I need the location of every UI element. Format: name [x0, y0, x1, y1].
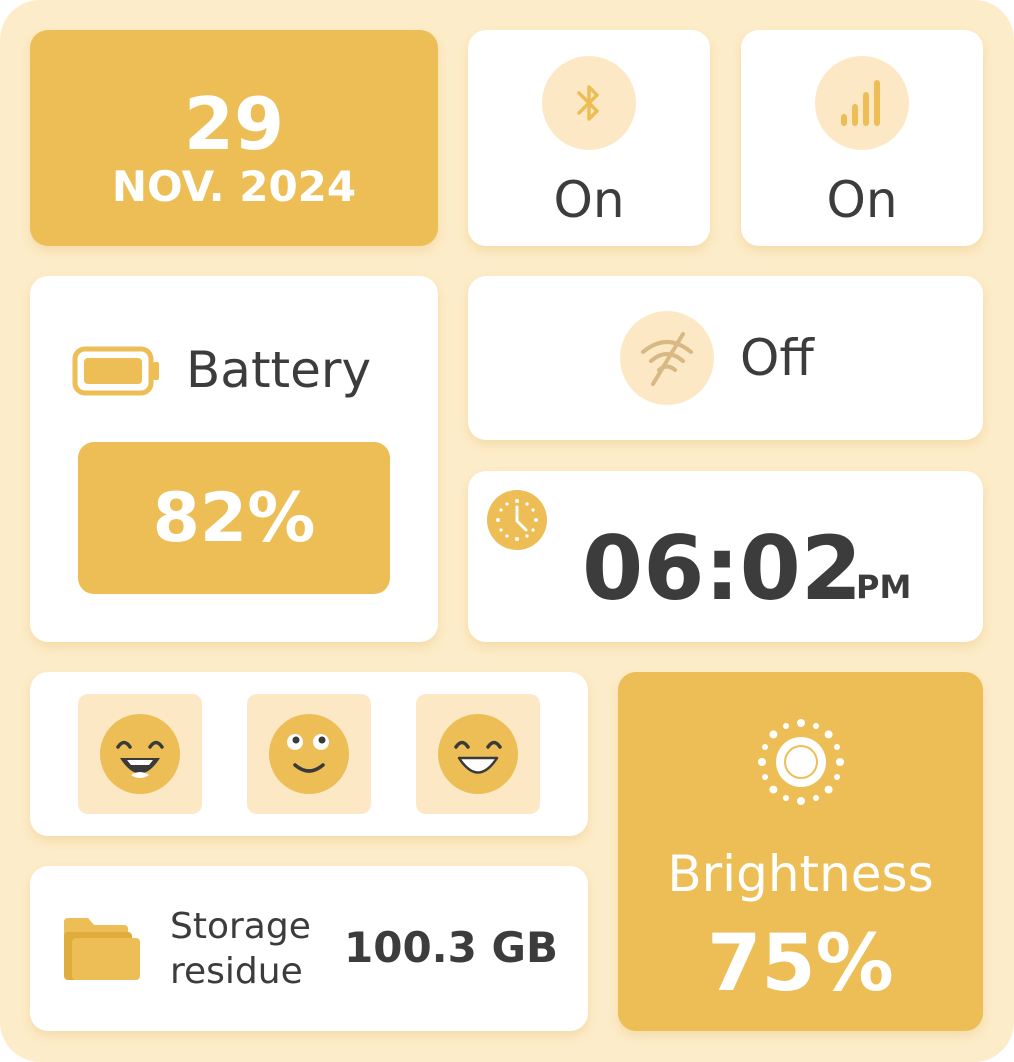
folder-icon	[62, 916, 142, 982]
mood-option-laughing[interactable]	[78, 694, 202, 814]
smiling-face-icon	[269, 714, 349, 794]
brightness-percent: 75%	[707, 919, 894, 1009]
wifi-off-icon	[620, 311, 714, 405]
battery-label: Battery	[186, 341, 372, 399]
battery-percent-box: 82%	[78, 442, 390, 594]
mood-card	[30, 672, 588, 836]
battery-card: Battery 82%	[30, 276, 438, 642]
wifi-toggle[interactable]: Off	[468, 276, 983, 440]
sun-icon	[755, 716, 847, 808]
storage-value: 100.3 GB	[344, 923, 558, 972]
clock-meridiem: PM	[856, 568, 912, 606]
bluetooth-toggle[interactable]: On	[468, 30, 710, 246]
date-day: 29	[183, 82, 285, 166]
battery-percent: 82%	[152, 478, 316, 558]
mood-option-smiling[interactable]	[247, 694, 371, 814]
cellular-toggle[interactable]: On	[741, 30, 983, 246]
storage-card: Storage residue 100.3 GB	[30, 866, 588, 1031]
laughing-face-icon	[100, 714, 180, 794]
bluetooth-icon	[542, 56, 636, 150]
battery-icon	[72, 346, 162, 398]
brightness-label: Brightness	[667, 845, 934, 903]
date-card: 29 NOV. 2024	[30, 30, 438, 246]
signal-bars-icon	[815, 56, 909, 150]
brightness-control[interactable]: Brightness 75%	[618, 672, 983, 1031]
mood-option-grinning[interactable]	[416, 694, 540, 814]
wifi-status: Off	[740, 329, 814, 387]
dashboard-panel: 29 NOV. 2024 On On Battery 82% Off 06:02…	[0, 0, 1014, 1062]
clock-card: 06:02 PM	[468, 471, 983, 642]
grinning-face-icon	[438, 714, 518, 794]
cellular-status: On	[826, 171, 898, 229]
date-month-year: NOV. 2024	[111, 162, 357, 211]
clock-icon	[486, 489, 548, 551]
bluetooth-status: On	[553, 171, 625, 229]
storage-label-line1: Storage	[170, 906, 311, 947]
storage-label-line2: residue	[170, 951, 303, 992]
clock-time: 06:02	[582, 517, 863, 620]
